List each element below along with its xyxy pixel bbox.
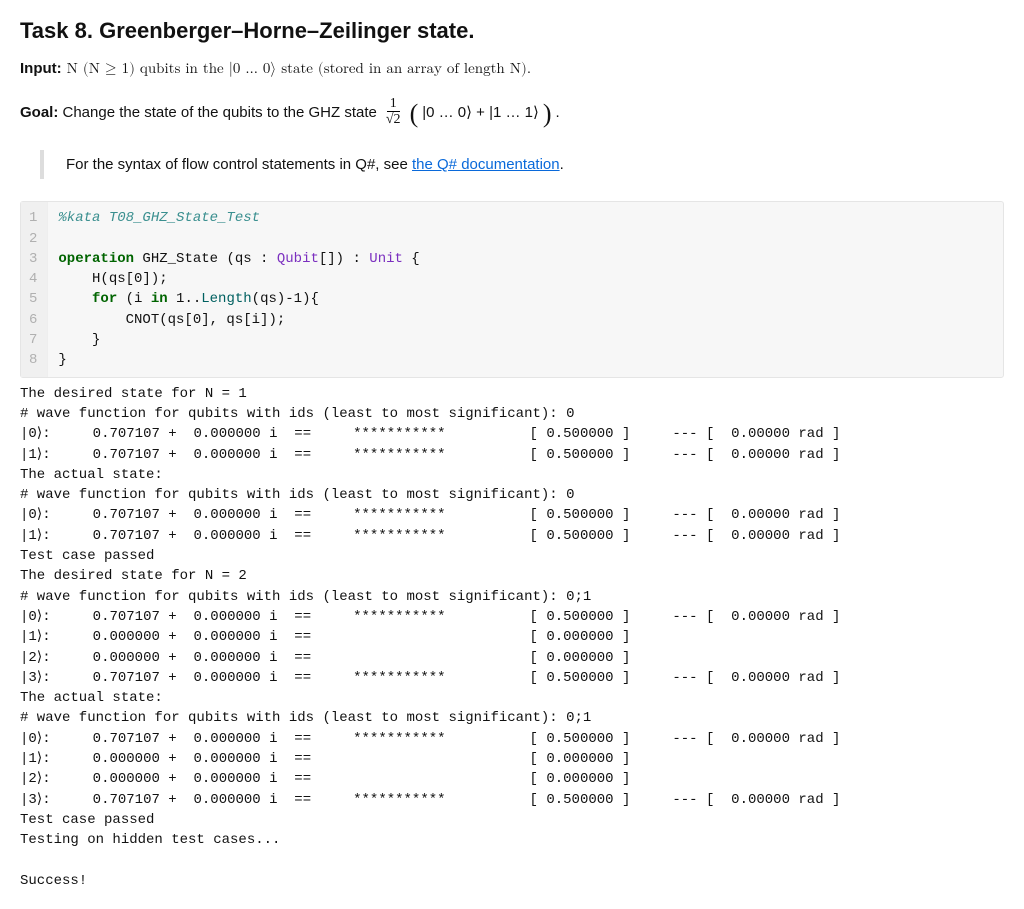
code-text: {	[403, 251, 420, 267]
goal-description: Goal: Change the state of the qubits to …	[20, 97, 1004, 129]
code-line: }	[58, 352, 66, 368]
input-ket: |0 … 0⟩	[229, 61, 277, 76]
note-suffix: .	[560, 156, 564, 173]
goal-ket: |0 … 0⟩ + |1 … 1⟩	[422, 103, 539, 121]
line-number: 6	[27, 310, 39, 330]
fraction: 1 √2	[383, 97, 404, 129]
code-line: H(qs[0]);	[58, 271, 167, 287]
goal-period: .	[556, 104, 560, 121]
code-line: CNOT(qs[0], qs[i]);	[58, 312, 285, 328]
line-number: 8	[27, 350, 39, 370]
fn-length: Length	[201, 291, 251, 307]
code-text: []) :	[319, 251, 369, 267]
code-cell[interactable]: 1 2 3 4 5 6 7 8 %kata T08_GHZ_State_Test…	[20, 201, 1004, 377]
fraction-numerator: 1	[387, 97, 400, 112]
input-description: Input: N (N ≥ 1) qubits in the |0 … 0⟩ s…	[20, 58, 1004, 81]
line-number: 2	[27, 229, 39, 249]
input-label: Input:	[20, 60, 62, 77]
documentation-link[interactable]: the Q# documentation	[412, 156, 560, 173]
line-number: 3	[27, 249, 39, 269]
goal-label: Goal:	[20, 104, 58, 121]
input-text-2: state (stored in an array of length N).	[276, 61, 531, 76]
line-number: 1	[27, 208, 39, 228]
line-number: 7	[27, 330, 39, 350]
line-number-gutter: 1 2 3 4 5 6 7 8	[21, 202, 48, 376]
keyword-in: in	[151, 291, 168, 307]
input-text-1: N (N ≥ 1) qubits in the	[62, 61, 229, 76]
code-text: (qs)-1){	[252, 291, 319, 307]
task-title: Task 8. Greenberger–Horne–Zeilinger stat…	[20, 18, 1004, 44]
line-number: 4	[27, 269, 39, 289]
code-text: GHZ_State (qs :	[134, 251, 277, 267]
keyword-operation: operation	[58, 251, 134, 267]
type-unit: Unit	[369, 251, 403, 267]
type-qubit: Qubit	[277, 251, 319, 267]
code-text: 1..	[168, 291, 202, 307]
code-body[interactable]: %kata T08_GHZ_State_Test operation GHZ_S…	[48, 202, 429, 376]
fraction-denominator: √2	[383, 112, 404, 129]
syntax-note: For the syntax of flow control statement…	[40, 150, 1004, 179]
keyword-for: for	[58, 291, 117, 307]
code-text: (i	[117, 291, 151, 307]
code-line: }	[58, 332, 100, 348]
goal-text: Change the state of the qubits to the GH…	[58, 104, 377, 121]
line-number: 5	[27, 289, 39, 309]
code-comment: %kata T08_GHZ_State_Test	[58, 210, 260, 226]
execution-output: The desired state for N = 1 # wave funct…	[20, 384, 1004, 891]
note-prefix: For the syntax of flow control statement…	[66, 156, 412, 173]
